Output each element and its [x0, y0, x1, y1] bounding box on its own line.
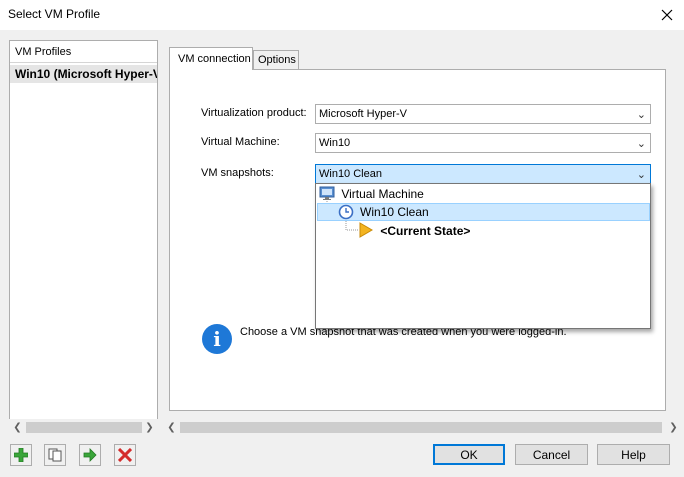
scroll-right-icon[interactable]: ❯: [141, 419, 158, 436]
info-icon: i: [202, 324, 232, 354]
tree-item-label: Virtual Machine: [341, 187, 424, 201]
vm-snapshots-value: Win10 Clean: [319, 168, 382, 180]
profiles-header: VM Profiles: [10, 41, 157, 63]
tree-item-label: Win10 Clean: [360, 205, 429, 219]
delete-profile-button[interactable]: [114, 444, 136, 466]
delete-icon: [118, 448, 132, 462]
tree-item-win10-clean[interactable]: Win10 Clean: [317, 203, 650, 221]
scroll-left-icon[interactable]: ❮: [9, 419, 26, 436]
content-horizontal-scrollbar[interactable]: ❮ ❯: [163, 419, 682, 436]
profiles-horizontal-scrollbar[interactable]: ❮ ❯: [9, 419, 158, 436]
virtual-machine-value: Win10: [319, 137, 351, 149]
scroll-right-icon[interactable]: ❯: [665, 419, 682, 436]
virtualization-product-value: Microsoft Hyper-V: [319, 108, 408, 120]
chevron-down-icon: ⌄: [636, 109, 646, 121]
virtualization-product-label: Virtualization product:: [201, 107, 307, 119]
virtual-machine-select[interactable]: Win10 ⌄: [315, 133, 651, 153]
chevron-down-icon: ⌄: [636, 169, 646, 181]
monitor-icon: [319, 186, 335, 200]
tab-options[interactable]: Options: [253, 50, 299, 70]
tree-item-label: <Current State>: [380, 224, 471, 238]
add-profile-button[interactable]: [10, 444, 32, 466]
profiles-list[interactable]: VM Profiles Win10 (Microsoft Hyper-V: [9, 40, 158, 420]
snapshots-dropdown[interactable]: Virtual Machine Win10 Clean <Current Sta…: [315, 183, 651, 329]
plus-icon: [14, 448, 28, 462]
scrollbar-thumb[interactable]: [26, 422, 142, 433]
copy-profile-button[interactable]: [44, 444, 66, 466]
help-button[interactable]: Help: [597, 444, 670, 465]
chevron-down-icon: ⌄: [636, 138, 646, 150]
vm-snapshots-select[interactable]: Win10 Clean ⌄: [315, 164, 651, 184]
clock-icon: [338, 204, 354, 220]
close-button[interactable]: [650, 0, 684, 30]
scroll-left-icon[interactable]: ❮: [163, 419, 180, 436]
window-title: Select VM Profile: [8, 7, 101, 21]
arrow-right-icon: [83, 448, 97, 462]
profile-item[interactable]: Win10 (Microsoft Hyper-V: [10, 65, 157, 83]
play-arrow-icon: [359, 222, 373, 238]
copy-icon: [48, 448, 62, 462]
title-bar: Select VM Profile: [0, 0, 684, 30]
virtual-machine-label: Virtual Machine:: [201, 136, 280, 148]
cancel-button[interactable]: Cancel: [515, 444, 588, 465]
tree-item-virtual-machine[interactable]: Virtual Machine: [319, 185, 424, 203]
close-icon: [661, 9, 673, 21]
import-profile-button[interactable]: [79, 444, 101, 466]
scrollbar-thumb[interactable]: [180, 422, 662, 433]
vm-snapshots-label: VM snapshots:: [201, 167, 274, 179]
tab-vm-connection[interactable]: VM connection: [169, 47, 253, 70]
tree-item-current-state[interactable]: <Current State>: [359, 222, 470, 240]
virtualization-product-select[interactable]: Microsoft Hyper-V ⌄: [315, 104, 651, 124]
ok-button[interactable]: OK: [433, 444, 505, 465]
